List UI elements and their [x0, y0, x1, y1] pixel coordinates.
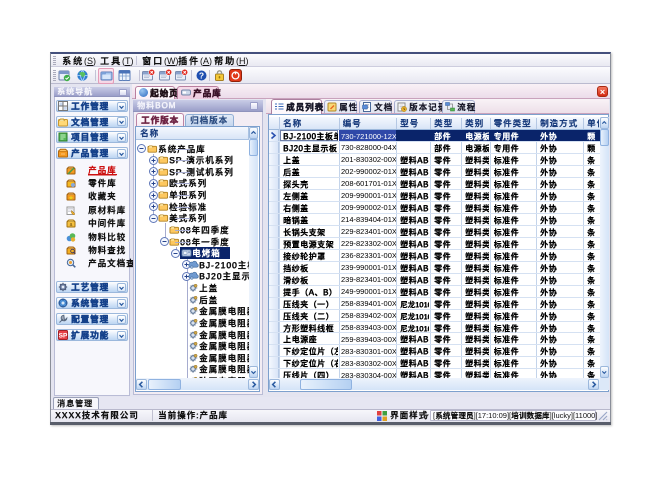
svg-text:?: ?	[199, 71, 204, 81]
svg-text:a: a	[70, 222, 73, 228]
svg-text:SP: SP	[59, 333, 68, 340]
